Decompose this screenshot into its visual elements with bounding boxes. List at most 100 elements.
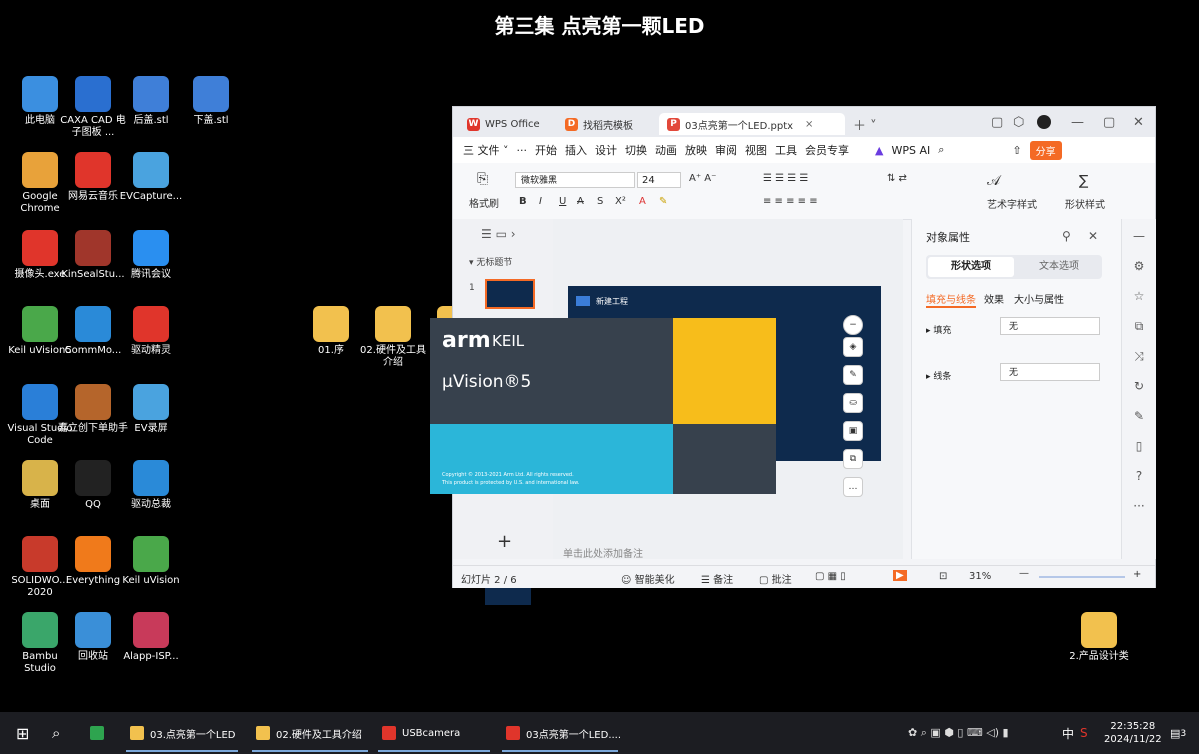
art-text-icon[interactable]: 𝒜 [987, 173, 1000, 189]
desktop-icon[interactable]: 驱动总裁 [116, 460, 186, 511]
more-icon[interactable]: ··· [1130, 499, 1148, 513]
subtab-effect[interactable]: 效果 [984, 291, 1004, 306]
minimize-icon[interactable]: — [1071, 115, 1084, 130]
new-tab-icon[interactable]: ＋ ˅ [853, 115, 877, 134]
view-mode-icons[interactable]: ▢ ▦ ▯ [815, 571, 846, 582]
bold-icon[interactable]: B [519, 196, 527, 207]
italic-icon[interactable]: I [539, 196, 542, 207]
zoom-out-icon[interactable]: — [1019, 568, 1029, 579]
tray-icons[interactable]: ✿ ⌕ ▣ ⬢ ▯ ⌨ ◁) ▮ [908, 712, 1009, 754]
book-icon[interactable]: ▯ [1130, 439, 1148, 453]
close-window-icon[interactable]: ✕ [1133, 115, 1144, 130]
settings-icon[interactable]: ⬡ [1013, 115, 1024, 130]
slide-thumbnail-1[interactable] [485, 279, 535, 309]
clock[interactable]: 22:35:28 2024/11/22 [1104, 712, 1162, 754]
menu-more[interactable]: ··· [517, 144, 528, 157]
menu-start[interactable]: 开始 [535, 142, 557, 158]
section-title[interactable]: ▾ 无标题节 [469, 255, 512, 268]
fill-label[interactable]: ▸ 填充 [926, 323, 951, 336]
tray-s-icon[interactable]: S [1080, 712, 1088, 754]
comments-button[interactable]: ▢ 批注 [759, 571, 792, 586]
menu-review[interactable]: 审阅 [715, 142, 737, 158]
search-icon[interactable]: ⌕ [938, 143, 944, 157]
copy-icon[interactable]: ⧉ [1130, 319, 1148, 334]
desktop-icon[interactable]: EV录屏 [116, 384, 186, 435]
bullet-list-icon[interactable]: ☰ ☰ ☰ ☰ [763, 173, 808, 184]
tab-docer[interactable]: D 找稻壳模板 [557, 113, 653, 135]
fill-select[interactable]: 无 [1000, 317, 1100, 335]
desktop-icon[interactable]: 驱动精灵 [116, 306, 186, 357]
transform-icon[interactable]: ⤨ [1130, 349, 1148, 364]
menu-animation[interactable]: 动画 [655, 142, 677, 158]
tab-pptx[interactable]: P 03点亮第一个LED.pptx ⨯ [659, 113, 845, 135]
desktop-icon[interactable]: 02.硬件及工具介绍 [358, 306, 428, 369]
shadow-icon[interactable]: S [597, 196, 603, 207]
minus-icon[interactable]: − [843, 315, 863, 335]
desktop-icon[interactable]: 下盖.stl [176, 76, 246, 127]
notes-button[interactable]: ☰ 备注 [701, 571, 733, 586]
windows-start-icon[interactable]: ⊞ [16, 712, 29, 754]
star-icon[interactable]: ☆ [1130, 289, 1148, 303]
upload-icon[interactable]: ⇧ [1012, 144, 1021, 157]
pen-icon[interactable]: ✎ [843, 365, 863, 385]
share-button[interactable]: 分享 [1029, 140, 1062, 160]
fill-icon[interactable]: ⛀ [843, 393, 863, 413]
font-family-select[interactable]: 微软雅黑 [515, 172, 635, 188]
pane-title[interactable]: 对象属性 [926, 229, 970, 245]
notification-icon[interactable]: ▤ 3 [1170, 712, 1186, 754]
tab-shape-options[interactable]: 形状选项 [928, 257, 1014, 277]
subtab-size[interactable]: 大小与属性 [1014, 291, 1064, 306]
underline-icon[interactable]: U [559, 196, 566, 207]
taskbar-item-led-folder[interactable]: 03.点亮第一个LED [130, 712, 236, 754]
wps-ai-button[interactable]: WPS AI [891, 144, 930, 157]
add-slide-icon[interactable]: + [497, 531, 512, 552]
taskbar-app-icon[interactable] [90, 712, 110, 754]
crop-icon[interactable]: ⧉ [843, 449, 863, 469]
subtab-fill-line[interactable]: 填充与线条 [926, 291, 976, 308]
desktop-icon[interactable]: Alapp-ISP... [116, 612, 186, 663]
pin-icon[interactable]: ⚲ [1062, 229, 1071, 243]
help-icon[interactable]: ? [1130, 469, 1148, 483]
format-painter-label[interactable]: 格式刷 [469, 195, 499, 210]
tab-text-options[interactable]: 文本选项 [1016, 257, 1102, 277]
font-size-select[interactable]: 24 [637, 172, 681, 188]
line-select[interactable]: 无 [1000, 363, 1100, 381]
tab-wps-office[interactable]: W WPS Office [459, 113, 551, 135]
superscript-icon[interactable]: X² [615, 196, 626, 207]
avatar[interactable] [1037, 115, 1051, 129]
menu-transition[interactable]: 切换 [625, 142, 647, 158]
notes-area[interactable]: 单击此处添加备注 [553, 539, 909, 561]
maximize-icon[interactable]: ▢ [1103, 115, 1115, 130]
align-icons[interactable]: ≡ ≡ ≡ ≡ ≡ [763, 196, 818, 207]
highlight-icon[interactable]: ✎ [659, 196, 667, 207]
more-options-icon[interactable]: … [843, 477, 863, 497]
frame-icon[interactable]: ▣ [843, 421, 863, 441]
menu-insert[interactable]: 插入 [565, 142, 587, 158]
pane-close-icon[interactable]: ✕ [1088, 229, 1098, 243]
search-icon[interactable]: ⌕ [52, 712, 60, 754]
collapse-icon[interactable]: — [1130, 229, 1148, 243]
taskbar-item-wps[interactable]: 03点亮第一个LED.... [506, 712, 621, 754]
menu-slideshow[interactable]: 放映 [685, 142, 707, 158]
tab-close-icon[interactable]: ⨯ [805, 119, 813, 130]
shape-style-icon[interactable]: ∑ [1079, 173, 1088, 189]
menu-vip[interactable]: 会员专享 [805, 142, 849, 158]
art-text-style-button[interactable]: 艺术字样式 [987, 196, 1037, 211]
properties-icon[interactable]: ⚙ [1130, 259, 1148, 273]
menu-tools[interactable]: 工具 [775, 142, 797, 158]
desktop-icon[interactable]: EVCapture... [116, 152, 186, 203]
smart-beautify-button[interactable]: ☺ 智能美化 [621, 571, 675, 586]
edit-icon[interactable]: ✎ [1130, 409, 1148, 423]
taskbar-item-tools-folder[interactable]: 02.硬件及工具介绍 [256, 712, 362, 754]
shape-style-button[interactable]: 形状样式 [1065, 196, 1105, 211]
text-direction-icon[interactable]: ⇅ ⇄ [887, 173, 907, 184]
outline-toggle-icon[interactable]: ☰ ▭ › [481, 227, 516, 241]
window-layout-icon[interactable]: ▢ [991, 115, 1003, 130]
menu-design[interactable]: 设计 [595, 142, 617, 158]
desktop-icon[interactable]: 腾讯会议 [116, 230, 186, 281]
desktop-icon[interactable]: 2.产品设计类 [1064, 612, 1134, 663]
zoom-level[interactable]: 31% [969, 571, 991, 582]
play-icon[interactable]: ▶ [893, 570, 907, 581]
animation-icon[interactable]: ↻ [1130, 379, 1148, 393]
format-painter-icon[interactable]: ⎘ [477, 171, 488, 187]
